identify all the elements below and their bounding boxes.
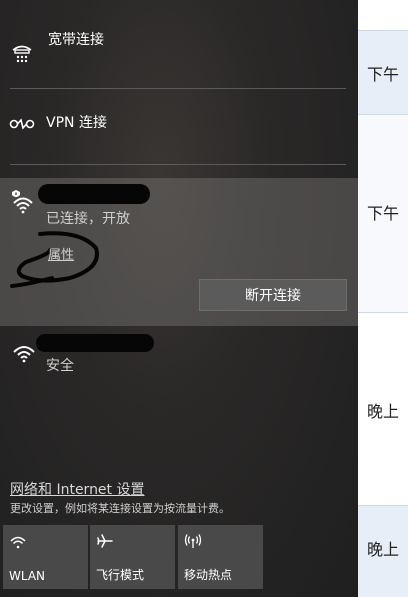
background-table-column: 下午 下午 晚上 晚上: [358, 0, 408, 597]
quick-action-label: 飞行模式: [96, 568, 145, 582]
divider: [10, 88, 346, 89]
table-cell: 晚上: [366, 402, 399, 421]
connection-status: 安全: [46, 358, 74, 374]
table-cell: 下午: [366, 204, 399, 223]
wifi-icon: [10, 338, 38, 366]
quick-action-mobile-hotspot[interactable]: 移动热点: [178, 525, 263, 589]
disconnect-button[interactable]: 断开连接: [199, 279, 347, 311]
wifi-network-other[interactable]: 安全: [0, 334, 358, 384]
table-row-divider: [358, 312, 408, 313]
airplane-icon: [96, 533, 116, 549]
connection-item-vpn[interactable]: VPN 连接: [0, 90, 358, 162]
quick-action-airplane-mode[interactable]: 飞行模式: [90, 525, 175, 589]
connection-status: 已连接，开放: [46, 211, 130, 227]
dialup-icon: [8, 38, 36, 66]
wifi-shield-icon: [8, 186, 36, 214]
table-row-divider: [358, 30, 408, 31]
table-row-divider: [358, 505, 408, 506]
table-cell: 下午: [366, 65, 399, 84]
settings-description: 更改设置，例如将某连接设置为按流量计费。: [10, 502, 230, 515]
quick-action-wlan[interactable]: WLAN: [3, 525, 88, 589]
table-cell: 晚上: [366, 540, 399, 559]
connection-item-broadband[interactable]: 宽带连接: [0, 14, 358, 84]
connection-label: VPN 连接: [46, 115, 107, 131]
table-row-divider: [358, 114, 408, 115]
wifi-icon: [9, 533, 29, 549]
properties-link[interactable]: 属性: [48, 244, 74, 263]
network-flyout: 宽带连接 VPN 连接 已连接，开放 属性 断开连接 安全 网络和 Intern…: [0, 0, 358, 597]
vpn-icon: [8, 110, 36, 138]
connection-label: 宽带连接: [48, 32, 104, 48]
redacted-network-name: [38, 184, 150, 204]
quick-action-label: 移动热点: [184, 568, 233, 582]
network-settings-link[interactable]: 网络和 Internet 设置: [10, 479, 145, 499]
hotspot-icon: [184, 533, 204, 549]
quick-action-label: WLAN: [9, 569, 46, 583]
divider: [10, 164, 346, 165]
redacted-network-name: [36, 334, 154, 352]
